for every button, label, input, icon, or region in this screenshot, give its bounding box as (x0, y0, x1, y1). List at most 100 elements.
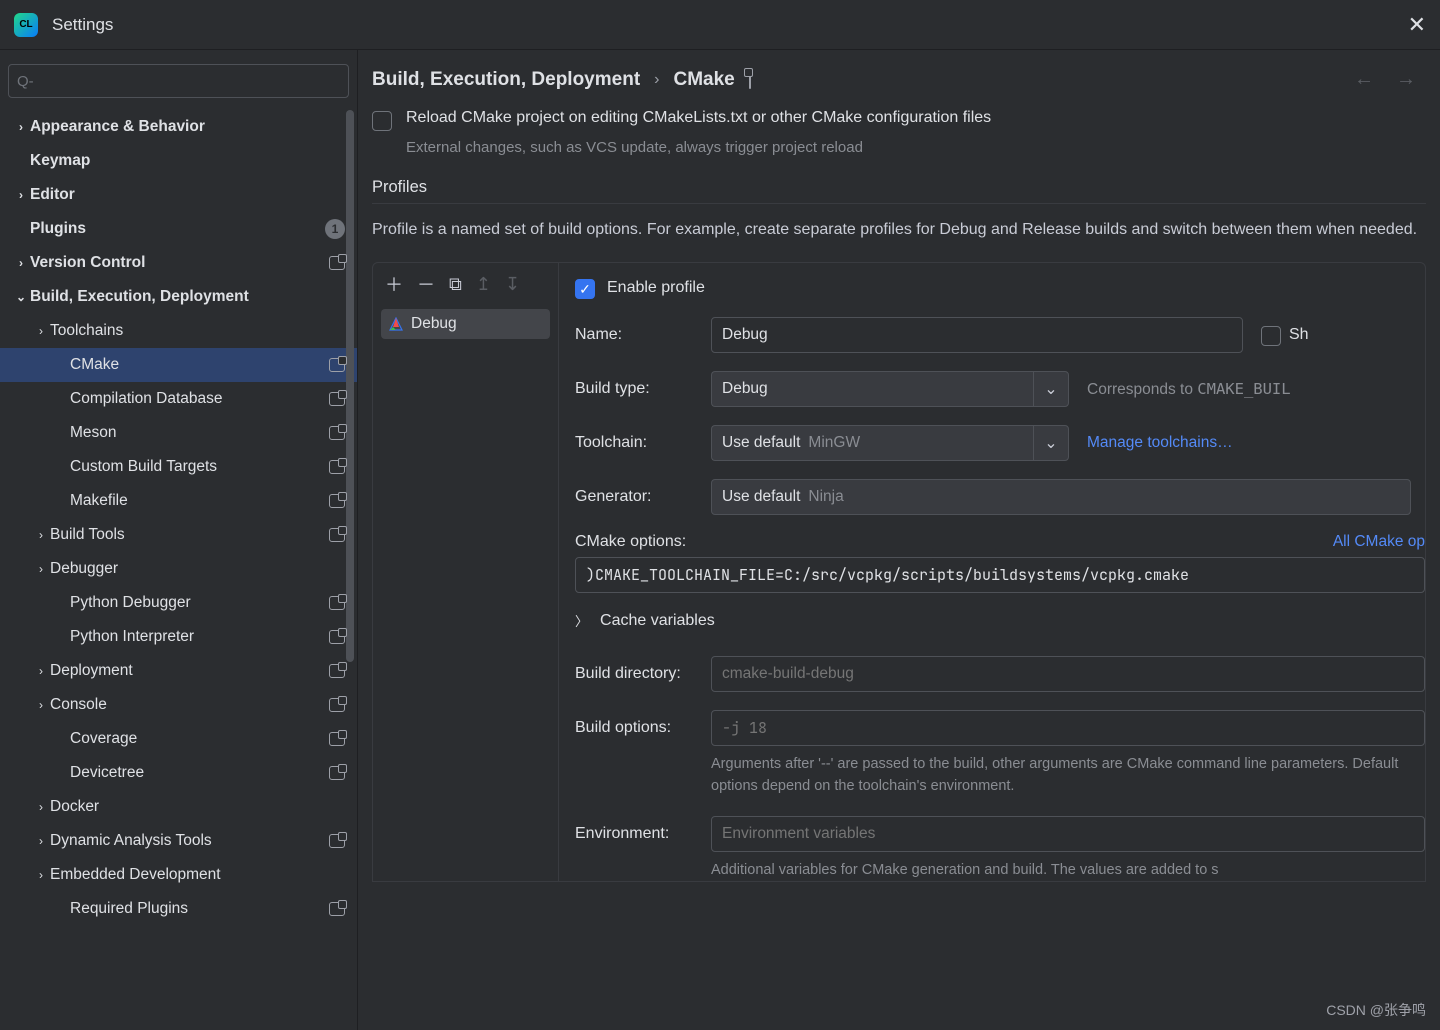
sidebar-item-label: Makefile (70, 492, 329, 510)
breadcrumb-a[interactable]: Build, Execution, Deployment (372, 69, 640, 91)
sidebar-item-deployment[interactable]: ›Deployment (0, 654, 357, 688)
builddir-input[interactable] (711, 656, 1425, 692)
sidebar-item-build-execution-deployment[interactable]: ⌄Build, Execution, Deployment (0, 280, 357, 314)
breadcrumb-b: CMake (673, 69, 734, 91)
sidebar-item-appearance-behavior[interactable]: ›Appearance & Behavior (0, 110, 357, 144)
chevron-down-icon[interactable]: ⌄ (1033, 371, 1069, 407)
sidebar-item-dynamic-analysis-tools[interactable]: ›Dynamic Analysis Tools (0, 824, 357, 858)
manage-toolchains-link[interactable]: Manage toolchains… (1087, 434, 1233, 452)
sidebar-item-python-interpreter[interactable]: Python Interpreter (0, 620, 357, 654)
generator-field[interactable]: Use defaultNinja (711, 479, 1411, 515)
remove-icon[interactable]: － (417, 271, 435, 297)
sidebar-item-label: Dynamic Analysis Tools (50, 832, 329, 850)
chevron-down-icon: ⌄ (12, 290, 30, 304)
chevron-down-icon[interactable]: ⌄ (1033, 425, 1069, 461)
share-label: Sh (1289, 326, 1309, 344)
up-icon[interactable]: ↥ (476, 274, 491, 295)
chevron-right-icon: › (32, 528, 50, 542)
sidebar-item-toolchains[interactable]: ›Toolchains (0, 314, 357, 348)
window-indicator-icon (329, 358, 345, 372)
cmakeopts-input[interactable] (575, 557, 1425, 593)
scrollbar[interactable] (346, 110, 354, 662)
profile-item-debug[interactable]: Debug (381, 309, 550, 339)
sidebar-item-docker[interactable]: ›Docker (0, 790, 357, 824)
sidebar-item-plugins[interactable]: Plugins 1 (0, 212, 357, 246)
env-input[interactable] (711, 816, 1425, 852)
name-label: Name: (575, 326, 711, 344)
breadcrumb: Build, Execution, Deployment › CMake ← → (358, 50, 1440, 109)
sidebar-item-python-debugger[interactable]: Python Debugger (0, 586, 357, 620)
sidebar-item-label: Plugins (30, 220, 319, 238)
back-icon[interactable]: ← (1354, 68, 1374, 91)
share-checkbox[interactable] (1261, 326, 1281, 346)
sidebar-item-devicetree[interactable]: Devicetree (0, 756, 357, 790)
env-label: Environment: (575, 825, 711, 843)
sidebar-item-label: Build, Execution, Deployment (30, 288, 345, 306)
close-icon[interactable]: ✕ (1408, 12, 1426, 38)
sidebar-item-coverage[interactable]: Coverage (0, 722, 357, 756)
sidebar: Q- ›Appearance & BehaviorKeymap›EditorPl… (0, 50, 358, 1030)
chevron-right-icon: › (12, 120, 30, 134)
window-indicator-icon (329, 256, 345, 270)
badge: 1 (325, 219, 345, 239)
enable-profile-checkbox[interactable]: ✓ (575, 279, 595, 299)
profiles-desc: Profile is a named set of build options.… (372, 218, 1426, 242)
builddir-label: Build directory: (575, 665, 711, 683)
buildtype-note: Corresponds to CMAKE_BUIL (1087, 380, 1291, 399)
profile-detail: ✓ Enable profile Name: Sh Build type: (559, 263, 1425, 881)
sidebar-item-compilation-database[interactable]: Compilation Database (0, 382, 357, 416)
toolchain-select[interactable]: Use defaultMinGW ⌄ (711, 425, 1069, 461)
env-note: Additional variables for CMake generatio… (711, 860, 1425, 882)
sidebar-item-version-control[interactable]: ›Version Control (0, 246, 357, 280)
forward-icon[interactable]: → (1396, 68, 1416, 91)
buildopts-label: Build options: (575, 719, 711, 737)
titlebar: CL Settings ✕ (0, 0, 1440, 50)
chevron-right-icon: › (32, 800, 50, 814)
sidebar-item-debugger[interactable]: ›Debugger (0, 552, 357, 586)
sidebar-item-label: Debugger (50, 560, 345, 578)
window-indicator-icon (329, 630, 345, 644)
app-icon: CL (14, 13, 38, 37)
sidebar-item-cmake[interactable]: CMake (0, 348, 357, 382)
sidebar-item-editor[interactable]: ›Editor (0, 178, 357, 212)
enable-profile-label: Enable profile (607, 279, 705, 297)
chevron-right-icon: › (12, 256, 30, 270)
chevron-right-icon: › (32, 868, 50, 882)
sidebar-item-label: Coverage (70, 730, 329, 748)
search-input[interactable]: Q- (8, 64, 349, 98)
sidebar-item-label: Required Plugins (70, 900, 329, 918)
add-icon[interactable]: ＋ (385, 271, 403, 297)
window-indicator-icon (329, 902, 345, 916)
sidebar-item-label: Version Control (30, 254, 329, 272)
sidebar-item-label: Python Debugger (70, 594, 329, 612)
sidebar-item-label: Build Tools (50, 526, 329, 544)
sidebar-item-custom-build-targets[interactable]: Custom Build Targets (0, 450, 357, 484)
sidebar-item-required-plugins[interactable]: Required Plugins (0, 892, 357, 926)
buildtype-select[interactable]: Debug ⌄ (711, 371, 1069, 407)
copy-icon[interactable]: ⧉ (449, 274, 462, 295)
cmakeopts-label: CMake options: (575, 533, 686, 551)
sidebar-item-console[interactable]: ›Console (0, 688, 357, 722)
window-indicator-icon (329, 460, 345, 474)
profiles-header: Profiles (372, 178, 1426, 204)
chevron-right-icon: › (32, 324, 50, 338)
buildopts-input[interactable] (711, 710, 1425, 746)
sidebar-item-embedded-development[interactable]: ›Embedded Development (0, 858, 357, 892)
window-indicator-icon (329, 494, 345, 508)
settings-tree[interactable]: ›Appearance & BehaviorKeymap›EditorPlugi… (0, 110, 357, 1030)
sidebar-item-meson[interactable]: Meson (0, 416, 357, 450)
cache-variables-toggle[interactable]: 〉 Cache variables (575, 611, 1425, 630)
buildopts-note: Arguments after '--' are passed to the b… (711, 754, 1425, 798)
profile-list: ＋ － ⧉ ↥ ↧ Debug (373, 263, 559, 881)
down-icon[interactable]: ↧ (505, 274, 520, 295)
chevron-right-icon: › (32, 664, 50, 678)
window-indicator-icon (329, 596, 345, 610)
reload-checkbox[interactable] (372, 111, 392, 131)
sidebar-item-label: Console (50, 696, 329, 714)
window-indicator-icon (329, 664, 345, 678)
name-input[interactable] (711, 317, 1243, 353)
sidebar-item-build-tools[interactable]: ›Build Tools (0, 518, 357, 552)
sidebar-item-keymap[interactable]: Keymap (0, 144, 357, 178)
all-cmake-options-link[interactable]: All CMake op (1333, 533, 1425, 551)
sidebar-item-makefile[interactable]: Makefile (0, 484, 357, 518)
